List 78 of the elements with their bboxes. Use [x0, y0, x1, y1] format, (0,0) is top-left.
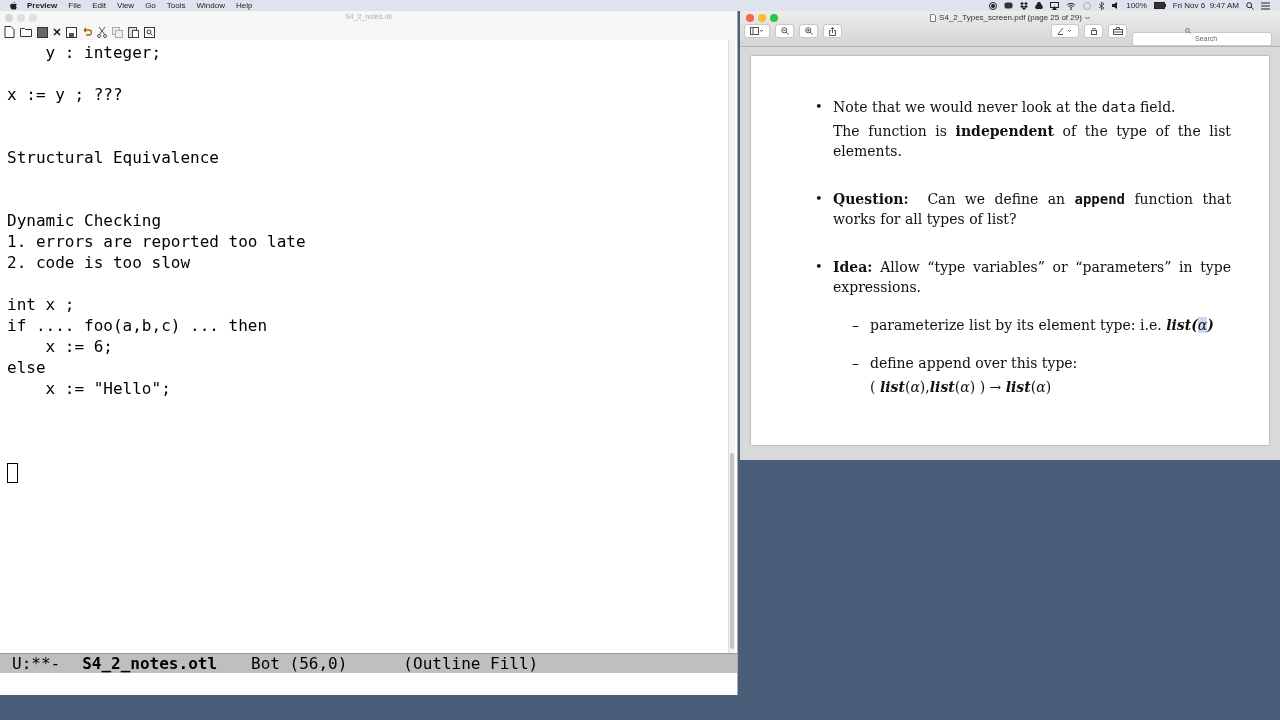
- scissors-icon[interactable]: [97, 26, 107, 38]
- zoom-out-icon: [780, 27, 789, 35]
- menu-item[interactable]: File: [68, 0, 82, 12]
- buffer-name: S4_2_notes.otl: [82, 652, 218, 675]
- toolbox-button[interactable]: [1108, 24, 1127, 38]
- paste-icon[interactable]: [128, 26, 139, 38]
- cursor-position: Bot (56,0): [251, 652, 348, 675]
- app-menu[interactable]: Preview: [27, 0, 58, 12]
- zoom-in-button[interactable]: [799, 24, 818, 38]
- code-line: else: [7, 357, 46, 378]
- paragraph: Question: Can we define an append function that works for all types of list?: [833, 190, 1231, 229]
- markup-button[interactable]: [1051, 24, 1079, 38]
- chevron-icon[interactable]: [1084, 16, 1090, 20]
- share-button[interactable]: [823, 24, 842, 38]
- list-icon[interactable]: [1261, 1, 1270, 10]
- code-line: y : integer;: [44, 42, 162, 63]
- menu-item[interactable]: View: [116, 0, 135, 12]
- code-line: 1. errors are reported too late: [7, 231, 306, 252]
- paragraph: define append over this type:: [870, 354, 1078, 373]
- menu-clock[interactable]: Fri Nov 6 9:47 AM: [1172, 0, 1239, 12]
- search-icon: [1185, 28, 1191, 34]
- undo-icon[interactable]: [82, 27, 92, 37]
- search-replace-icon[interactable]: [144, 26, 155, 38]
- new-file-icon[interactable]: [4, 26, 15, 38]
- folder-icon[interactable]: [20, 27, 32, 37]
- bullet-marker: •: [815, 190, 824, 208]
- code-line: x := y ; ???: [7, 84, 123, 105]
- modified-state: U:**-: [12, 652, 61, 675]
- code-line: x := "Hello";: [44, 378, 171, 399]
- menu-item[interactable]: Window: [196, 0, 225, 12]
- square-icon[interactable]: [37, 26, 48, 38]
- zoom-out-button[interactable]: [775, 24, 794, 38]
- drive-icon[interactable]: [1035, 2, 1044, 9]
- pen-icon: [1057, 27, 1073, 35]
- code-line: 2. code is too slow: [7, 252, 191, 273]
- code-line: if .... foo(a,b,c) ... then: [7, 315, 268, 336]
- bullet-marker: •: [815, 258, 824, 276]
- apple-icon[interactable]: [10, 1, 17, 10]
- battery-icon[interactable]: [1153, 2, 1166, 9]
- save-icon[interactable]: [66, 26, 77, 38]
- window-title: S4_2_Types_screen.pdf (page 25 of 29): [939, 12, 1082, 24]
- paragraph: Idea: Allow “type variables” or “parameters” in type expressions.: [833, 258, 1231, 297]
- code-line: int x ;: [7, 294, 75, 315]
- major-mode: (Outline Fill): [403, 652, 539, 675]
- battery-percent: 100%: [1126, 0, 1147, 12]
- zoom-in-icon: [804, 27, 813, 35]
- share-icon: [829, 26, 836, 36]
- sidebar-icon: [750, 27, 764, 35]
- rotate-icon: [1089, 27, 1098, 35]
- menu-item[interactable]: Go: [145, 0, 156, 12]
- code-line: Structural Equivalence: [7, 147, 219, 168]
- scrollbar-thumb[interactable]: [730, 453, 734, 649]
- menu-item[interactable]: Tools: [166, 0, 186, 12]
- menu-item[interactable]: Edit: [92, 0, 106, 12]
- rotate-button[interactable]: [1084, 24, 1103, 38]
- paragraph: parameterize list by its element type: i.e. list(α): [870, 316, 1214, 335]
- dropbox-icon[interactable]: [1020, 1, 1029, 10]
- toolbox-icon: [1112, 27, 1123, 35]
- paragraph: The function is independent of the type of the list elements.: [833, 122, 1231, 161]
- bluetooth-icon[interactable]: [1098, 1, 1106, 10]
- dash-marker: –: [852, 354, 860, 373]
- sidebar-button[interactable]: [744, 24, 770, 38]
- status-icon[interactable]: [1004, 2, 1014, 9]
- dash-marker: –: [852, 316, 860, 335]
- paragraph: Note that we would never look at the data field.: [833, 98, 1177, 117]
- airplay-icon[interactable]: [1050, 1, 1060, 10]
- bullet-marker: •: [815, 98, 824, 116]
- document-icon: [930, 14, 937, 22]
- menu-item[interactable]: Help: [235, 0, 253, 12]
- search-icon[interactable]: [1246, 1, 1254, 10]
- record-icon[interactable]: [989, 1, 998, 10]
- text-cursor: [7, 462, 18, 483]
- close-icon[interactable]: [53, 28, 61, 36]
- paragraph: ( list(α),list(α) ) → list(α): [870, 378, 1053, 397]
- code-line: x := 6;: [44, 336, 113, 357]
- wifi-icon[interactable]: [1066, 1, 1077, 10]
- code-line: Dynamic Checking: [7, 210, 162, 231]
- volume-icon[interactable]: [1112, 2, 1120, 9]
